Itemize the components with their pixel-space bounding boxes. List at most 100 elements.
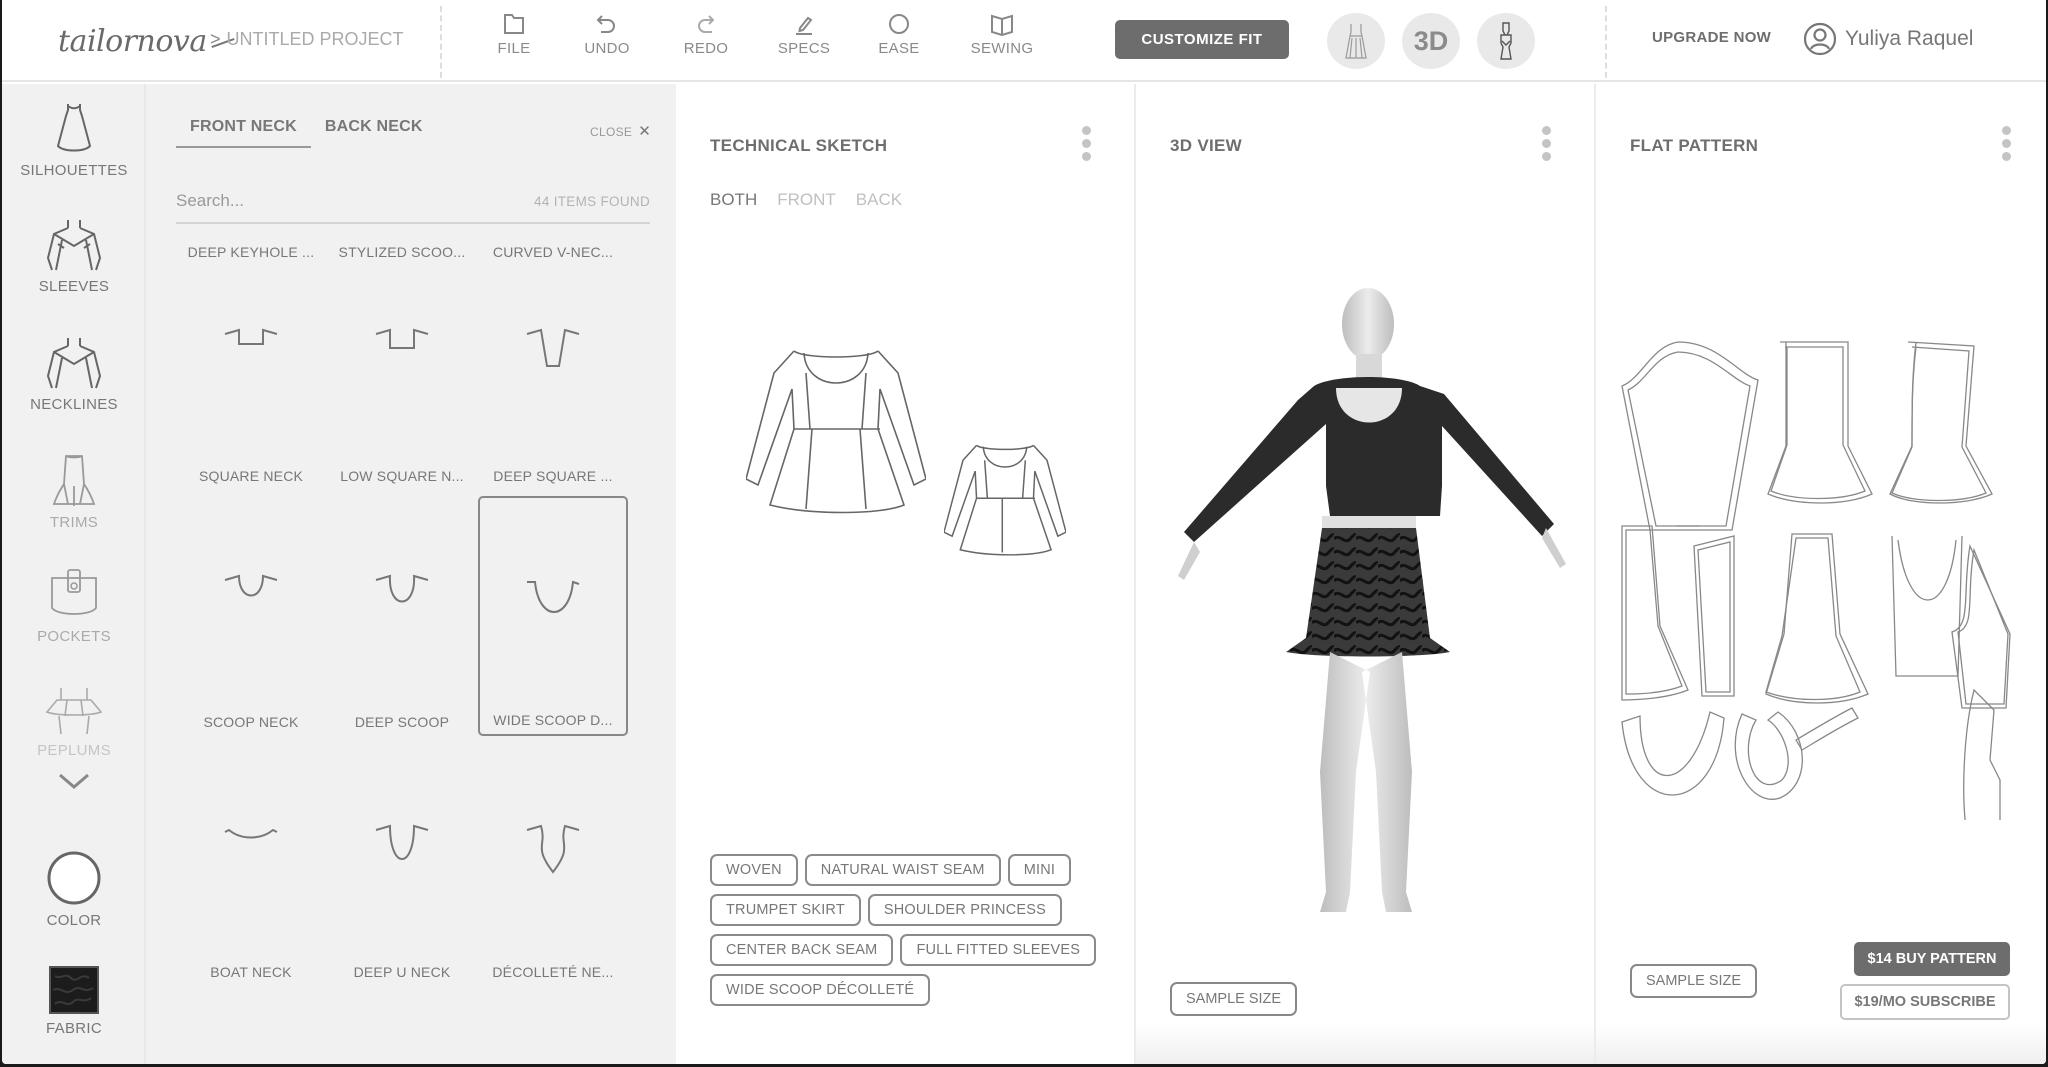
sidebar-label: SLEEVES (38, 278, 110, 295)
neckline-option[interactable]: DEEP SCOOP (327, 496, 477, 736)
subtab-back[interactable]: BACK (856, 190, 902, 210)
garment-tag[interactable]: CENTER BACK SEAM (710, 934, 894, 966)
neckline-shape-icon (526, 328, 580, 367)
neckline-option[interactable]: DEEP U NECK (327, 746, 477, 986)
mannequin-icon (1500, 22, 1512, 60)
garment-sketch-front (746, 350, 926, 514)
neckline-option[interactable]: WIDE SCOOP D... (478, 496, 628, 736)
book-icon (991, 14, 1013, 36)
user-menu[interactable]: Yuliya Raquel (1803, 22, 1973, 56)
sidebar-item-fabric[interactable]: FABRIC (2, 966, 146, 1037)
folder-icon (504, 14, 524, 34)
items-found-count: 44 ITEMS FOUND (534, 194, 650, 209)
neckline-shape-icon (224, 828, 278, 839)
redo-icon (698, 15, 715, 33)
tab-front-neck[interactable]: FRONT NECK (176, 118, 311, 148)
undo-label: UNDO (584, 40, 630, 57)
search-field: 44 ITEMS FOUND (176, 184, 650, 224)
close-icon: ✕ (638, 123, 652, 140)
garment-tag[interactable]: NATURAL WAIST SEAM (804, 854, 1001, 886)
technical-sketch-panel: TECHNICAL SKETCH BOTH FRONT BACK WOVEN NA… (676, 84, 1134, 1064)
pattern-view-button[interactable] (1477, 13, 1535, 69)
redo-button[interactable]: REDO (666, 12, 746, 57)
dress-view-button[interactable] (1327, 13, 1385, 69)
neckline-option[interactable]: DEEP SQUARE ... (478, 250, 628, 490)
sleeves-icon (46, 220, 102, 271)
neckline-option-label: BOAT NECK (210, 964, 292, 980)
neckline-panel: FRONT NECK BACK NECK CLOSE ✕ 44 ITEMS FOU… (146, 84, 676, 1064)
chevron-down-icon (59, 773, 89, 789)
more-options-icon[interactable] (1080, 126, 1092, 165)
garment-tag[interactable]: TRUMPET SKIRT (710, 894, 861, 926)
sidebar-item-color[interactable]: COLOR (2, 850, 146, 929)
specs-button[interactable]: SPECS (764, 12, 844, 57)
sidebar-label: COLOR (46, 912, 102, 929)
sidebar-item-peplums[interactable]: PEPLUMS (2, 686, 146, 759)
neckline-option-label: SQUARE NECK (198, 468, 304, 484)
garment-tag[interactable]: FULL FITTED SLEEVES (900, 934, 1097, 966)
neckline-option[interactable]: LOW SQUARE N... (327, 250, 477, 490)
subscribe-button[interactable]: $19/MO SUBSCRIBE (1840, 984, 2010, 1020)
neckline-option[interactable]: SCOOP NECK (176, 496, 326, 736)
tag-row: TRUMPET SKIRT SHOULDER PRINCESS (710, 894, 1110, 926)
neckline-shape-icon (224, 328, 278, 345)
subtab-both[interactable]: BOTH (710, 190, 757, 210)
dress-icon (1345, 24, 1367, 59)
garment-tag[interactable]: WOVEN (710, 854, 798, 886)
3d-view-panel: 3D VIEW SAMPLE SIZE (1134, 84, 1594, 1064)
garment-tag[interactable]: MINI (1007, 854, 1072, 886)
neckline-option[interactable]: SQUARE NECK (176, 250, 326, 490)
customize-fit-button[interactable]: CUSTOMIZE FIT (1115, 20, 1289, 59)
3d-view-button[interactable]: 3D (1402, 13, 1460, 69)
sidebar-item-sleeves[interactable]: SLEEVES (2, 218, 146, 295)
redo-label: REDO (683, 40, 729, 57)
neckline-option-label: DEEP SQUARE ... (493, 468, 613, 484)
search-input[interactable] (176, 184, 476, 218)
undo-icon (596, 15, 615, 33)
neckline-option[interactable]: DÉCOLLETÉ NE... (478, 746, 628, 986)
sample-size-button[interactable]: SAMPLE SIZE (1170, 982, 1298, 1016)
garment-tag[interactable]: WIDE SCOOP DÉCOLLETÉ (710, 974, 931, 1006)
neckline-option-label: LOW SQUARE N... (340, 468, 464, 484)
sidebar-item-trims[interactable]: TRIMS (2, 454, 146, 531)
ease-button[interactable]: EASE (859, 12, 939, 57)
panel-title: 3D VIEW (1170, 136, 1243, 155)
neckline-option-label: SCOOP NECK (203, 714, 299, 730)
file-button[interactable]: FILE (474, 12, 554, 57)
specs-label: SPECS (777, 40, 831, 57)
project-name[interactable]: UNTITLED PROJECT (227, 29, 404, 49)
neckline-option-label: DEEP SCOOP (354, 714, 450, 730)
tab-back-neck[interactable]: BACK NECK (311, 118, 437, 148)
3d-avatar-model[interactable] (1136, 280, 1596, 960)
upgrade-now-link[interactable]: UPGRADE NOW (1652, 29, 1771, 46)
tailornova-logo[interactable]: tailornova (58, 24, 235, 59)
more-options-icon[interactable] (2000, 126, 2012, 165)
top-bar: tailornova > UNTITLED PROJECT FILE UNDO R… (2, 0, 2046, 82)
circle-icon (889, 14, 909, 34)
sidebar-item-necklines[interactable]: NECKLINES (2, 336, 146, 413)
panel-title: FLAT PATTERN (1630, 136, 1759, 155)
buy-pattern-button[interactable]: $14 BUY PATTERN (1854, 942, 2010, 976)
sidebar-label: POCKETS (37, 628, 111, 645)
sidebar-item-silhouettes[interactable]: SILHOUETTES (2, 102, 146, 179)
neckline-option[interactable]: BOAT NECK (176, 746, 326, 986)
garment-tag[interactable]: SHOULDER PRINCESS (867, 894, 1063, 926)
ease-label: EASE (878, 40, 920, 57)
close-panel-button[interactable]: CLOSE ✕ (590, 122, 651, 140)
sketch-view-tabs: BOTH FRONT BACK (710, 190, 902, 210)
undo-button[interactable]: UNDO (567, 12, 647, 57)
flat-pattern-pieces[interactable] (1620, 340, 2040, 820)
tag-row: WOVEN NATURAL WAIST SEAM MINI (710, 854, 1110, 886)
more-options-icon[interactable] (1540, 126, 1552, 165)
category-sidebar: SILHOUETTES SLEEVES NECKLINES TRIMS POCK… (2, 84, 146, 1064)
sidebar-label: NECKLINES (30, 396, 118, 413)
app-window: tailornova > UNTITLED PROJECT FILE UNDO R… (2, 0, 2046, 1064)
neckline-option-label: DEEP U NECK (353, 964, 451, 980)
scroll-down-button[interactable] (2, 772, 146, 790)
sidebar-label: PEPLUMS (37, 742, 111, 759)
sidebar-item-pockets[interactable]: POCKETS (2, 568, 146, 645)
sewing-button[interactable]: SEWING (962, 12, 1042, 57)
sample-size-button[interactable]: SAMPLE SIZE (1630, 964, 1758, 998)
dress-silhouette-icon (56, 104, 92, 152)
subtab-front[interactable]: FRONT (777, 190, 836, 210)
